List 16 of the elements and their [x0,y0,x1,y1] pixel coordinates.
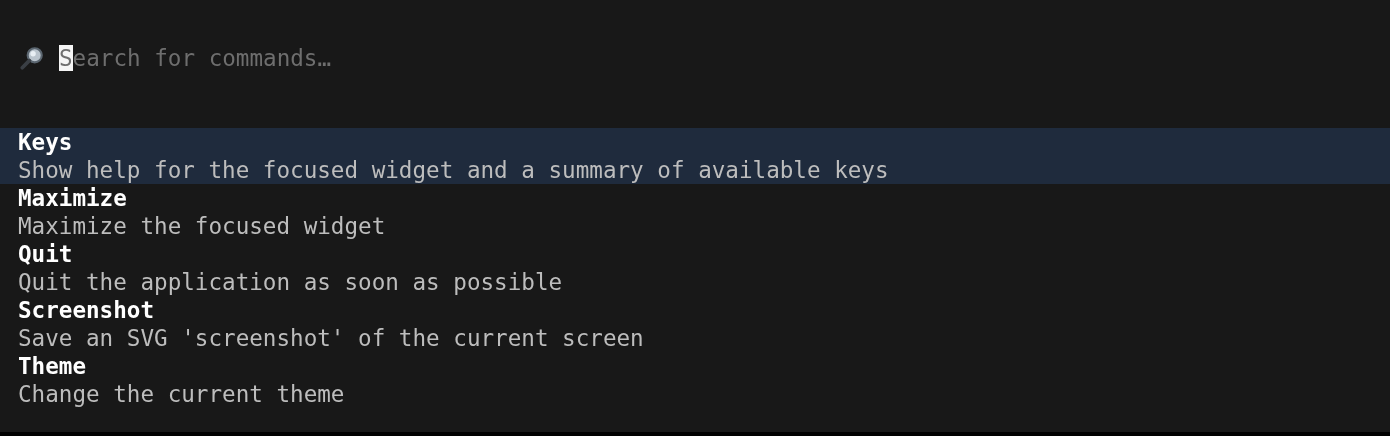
command-option[interactable]: Theme Change the current theme [0,352,1390,408]
command-description: Save an SVG 'screenshot' of the current screen [18,324,644,352]
command-title: Quit [18,240,73,268]
command-description: Change the current theme [18,380,345,408]
command-description: Maximize the focused widget [18,212,386,240]
command-title: Keys [18,128,73,156]
command-title: Theme [18,352,86,380]
search-icon [19,45,45,71]
command-option[interactable]: Maximize Maximize the focused widget [0,184,1390,240]
command-option[interactable]: Quit Quit the application as soon as possible [0,240,1390,296]
command-description: Show help for the focused widget and a summary of available keys [18,156,889,184]
command-option[interactable]: Keys Show help for the focused widget and a summary of available keys [0,128,1390,184]
command-title: Screenshot [18,296,155,324]
command-title: Maximize [18,184,127,212]
command-option[interactable]: Screenshot Save an SVG 'screenshot' of the current screen [0,296,1390,352]
command-description: Quit the application as soon as possible [18,268,563,296]
